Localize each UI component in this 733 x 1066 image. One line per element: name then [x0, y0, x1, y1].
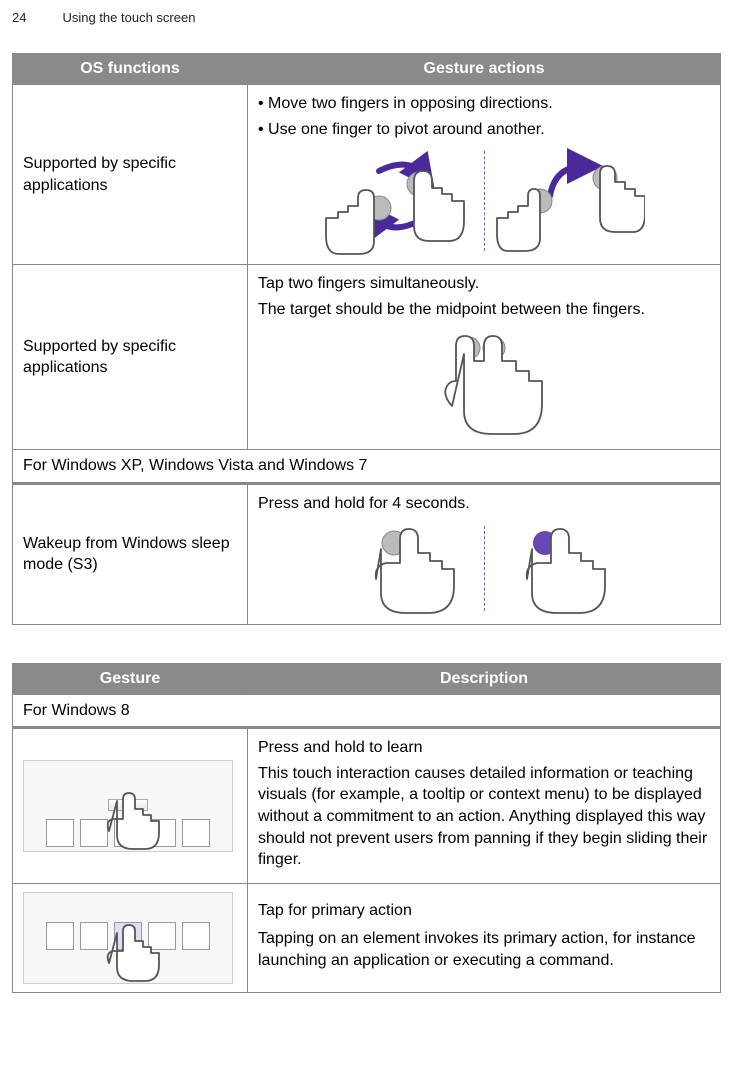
pivot-gesture-icon [495, 146, 645, 256]
gesture-text-line: Tap two fingers simultaneously. [258, 273, 710, 295]
press-hold-gray-icon [344, 521, 474, 616]
tap-primary-thumbnail [23, 892, 233, 984]
table1-row2-right: Tap two fingers simultaneously. The targ… [248, 265, 721, 450]
gesture-divider [484, 526, 485, 611]
two-finger-tap-icon [414, 326, 554, 441]
table1-row3-right: Press and hold for 4 seconds. [248, 483, 721, 624]
hand-icon [93, 923, 163, 985]
gesture-table-2: Gesture Description For Windows 8 [12, 663, 721, 993]
gesture-title: Press and hold to learn [258, 737, 710, 759]
hand-icon [93, 791, 163, 853]
table1-header-col2: Gesture actions [248, 54, 721, 85]
table2-row1-left [13, 728, 248, 884]
table2-row2-right: Tap for primary action Tapping on an ele… [248, 883, 721, 992]
table2-header-col1: Gesture [13, 663, 248, 694]
rotate-gesture-icon [324, 146, 474, 256]
table1-row1-left: Supported by specific applications [13, 85, 248, 265]
page-number: 24 [12, 10, 26, 25]
gesture-title: Tap for primary action [258, 900, 710, 922]
gesture-table-1: OS functions Gesture actions Supported b… [12, 53, 721, 625]
table2-header-col2: Description [248, 663, 721, 694]
gesture-text-line: • Use one finger to pivot around another… [258, 119, 710, 141]
press-hold-purple-icon [495, 521, 625, 616]
gesture-text-line: Press and hold for 4 seconds. [258, 493, 710, 515]
gesture-body: Tapping on an element invokes its primar… [258, 928, 710, 971]
table1-header-col1: OS functions [13, 54, 248, 85]
table2-row1-right: Press and hold to learn This touch inter… [248, 728, 721, 884]
section-title: Using the touch screen [62, 10, 195, 25]
table1-subheader: For Windows XP, Windows Vista and Window… [13, 450, 721, 484]
gesture-divider [484, 151, 485, 251]
table1-row2-left: Supported by specific applications [13, 265, 248, 450]
gesture-text-line: • Move two fingers in opposing direction… [258, 93, 710, 115]
gesture-text-line: The target should be the midpoint betwee… [258, 299, 710, 321]
table1-row3-left: Wakeup from Windows sleep mode (S3) [13, 483, 248, 624]
gesture-body: This touch interaction causes detailed i… [258, 763, 710, 871]
page-header: 24 Using the touch screen [12, 10, 721, 25]
table2-subheader: For Windows 8 [13, 694, 721, 728]
table2-row2-left [13, 883, 248, 992]
press-hold-learn-thumbnail [23, 760, 233, 852]
table1-row1-right: • Move two fingers in opposing direction… [248, 85, 721, 265]
